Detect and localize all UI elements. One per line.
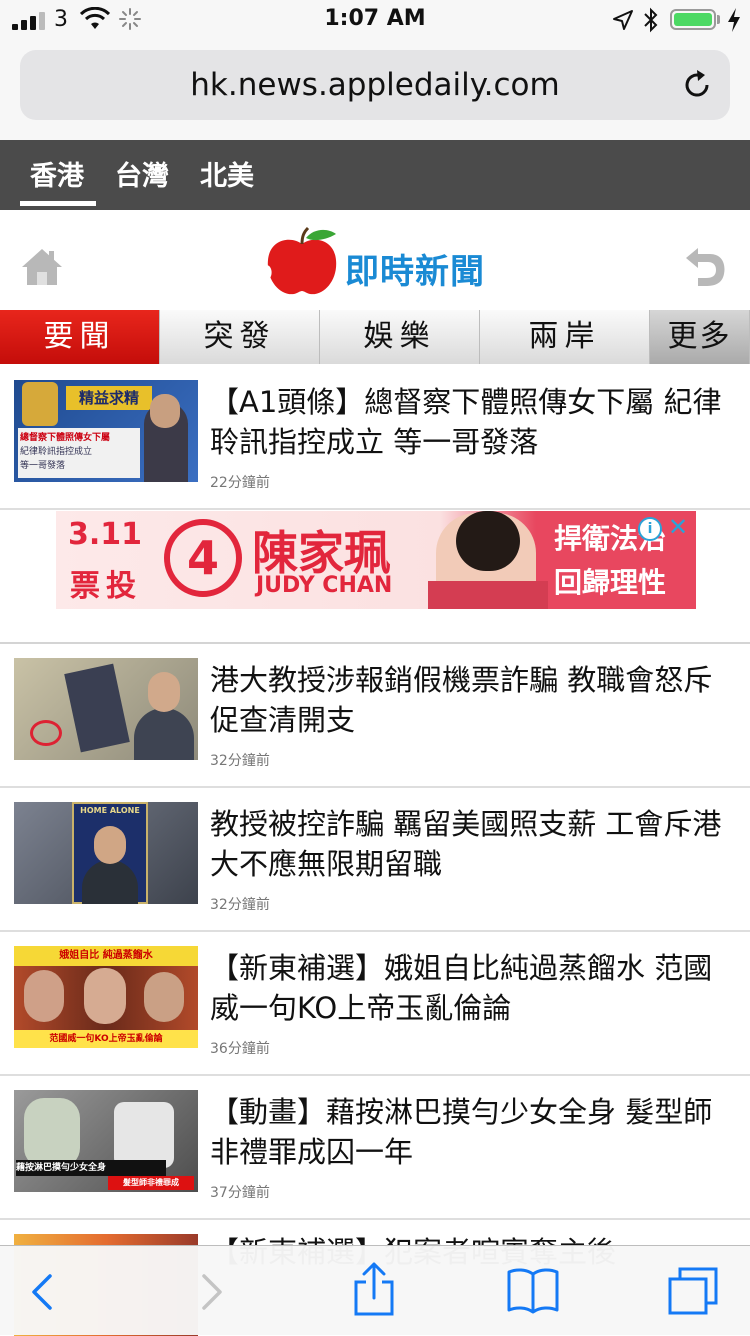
status-bar: 3 1:07 AM [0,0,750,40]
tab-more[interactable]: 更多 [650,310,750,364]
tab-cross-strait[interactable]: 兩岸 [480,310,650,364]
tabs-icon[interactable] [666,1266,720,1316]
article-time: 36分鐘前 [210,1041,270,1057]
tab-taiwan[interactable]: 台灣 [115,154,169,193]
tab-entertainment[interactable]: 娛樂 [320,310,480,364]
article-thumbnail: HOME ALONE [14,802,198,904]
article-time: 22分鐘前 [210,475,270,491]
browser-chrome: hk.news.appledaily.com [0,40,750,141]
address-bar[interactable]: hk.news.appledaily.com [20,50,730,120]
status-time: 1:07 AM [324,6,426,31]
active-tab-underline [20,201,96,206]
back-icon[interactable] [28,1272,58,1312]
ad-banner[interactable]: 3.11 票投 4 陳家珮 JUDY CHAN 捍衛法治 回歸理性 i ✕ [56,511,696,609]
location-arrow-icon [613,10,633,30]
forward-icon[interactable] [196,1272,226,1312]
tab-hong-kong[interactable]: 香港 [30,154,84,193]
news-item[interactable]: 藉按淋巴摸勻少女全身 髮型師非禮罪成 【動畫】藉按淋巴摸勻少女全身 髮型師非禮罪… [0,1076,750,1220]
article-time: 32分鐘前 [210,897,270,913]
article-thumbnail: 藉按淋巴摸勻少女全身 髮型師非禮罪成 [14,1090,198,1192]
battery-tip [717,15,720,24]
bluetooth-icon [644,7,658,33]
news-item[interactable]: 港大教授涉報銷假機票詐騙 教職會怒斥促查清開支 32分鐘前 [0,644,750,788]
home-icon[interactable] [20,245,64,289]
battery-icon [670,9,716,30]
bookmarks-icon[interactable] [506,1266,560,1314]
reload-icon[interactable] [680,68,714,102]
article-title[interactable]: 【A1頭條】總督察下體照傳女下屬 紀律聆訊指控成立 等一哥發落 [210,382,740,462]
region-tab-bar: 香港 台灣 北美 [0,140,750,210]
article-thumbnail [14,658,198,760]
article-thumbnail: 娥姐自比 純過蒸餾水 范國威一句KO上帝玉亂倫論 [14,946,198,1048]
article-time: 32分鐘前 [210,753,270,769]
article-title[interactable]: 【新東補選】娥姐自比純過蒸餾水 范國威一句KO上帝玉亂倫論 [210,948,740,1028]
tab-north-america[interactable]: 北美 [200,154,254,193]
charging-bolt-icon [728,8,740,32]
ad-info-icon[interactable]: i [638,517,662,541]
tab-breaking[interactable]: 突發 [160,310,320,364]
share-icon[interactable] [352,1260,396,1318]
browser-toolbar [0,1245,750,1335]
article-time: 37分鐘前 [210,1185,270,1201]
back-arrow-icon[interactable] [680,244,728,290]
category-tab-bar: 要聞 突發 娛樂 兩岸 更多 [0,310,750,364]
apple-daily-logo [264,226,337,295]
article-title[interactable]: 港大教授涉報銷假機票詐騙 教職會怒斥促查清開支 [210,660,740,740]
tab-headlines[interactable]: 要聞 [0,310,160,364]
news-item[interactable]: HOME ALONE 教授被控詐騙 羈留美國照支薪 工會斥港大不應無限期留職 3… [0,788,750,932]
article-thumbnail: 精益求精 總督察下體照傳女下屬 紀律聆訊指控成立 等一哥發落 [14,380,198,482]
article-title[interactable]: 教授被控詐騙 羈留美國照支薪 工會斥港大不應無限期留職 [210,804,740,884]
ad-close-icon[interactable]: ✕ [668,513,688,541]
news-item[interactable]: 精益求精 總督察下體照傳女下屬 紀律聆訊指控成立 等一哥發落 【A1頭條】總督察… [0,364,750,510]
logo-text: 即時新聞 [345,252,485,292]
url-text: hk.news.appledaily.com [190,67,560,103]
news-item[interactable]: 娥姐自比 純過蒸餾水 范國威一句KO上帝玉亂倫論 【新東補選】娥姐自比純過蒸餾水… [0,932,750,1076]
article-title[interactable]: 【動畫】藉按淋巴摸勻少女全身 髮型師非禮罪成囚一年 [210,1092,740,1172]
